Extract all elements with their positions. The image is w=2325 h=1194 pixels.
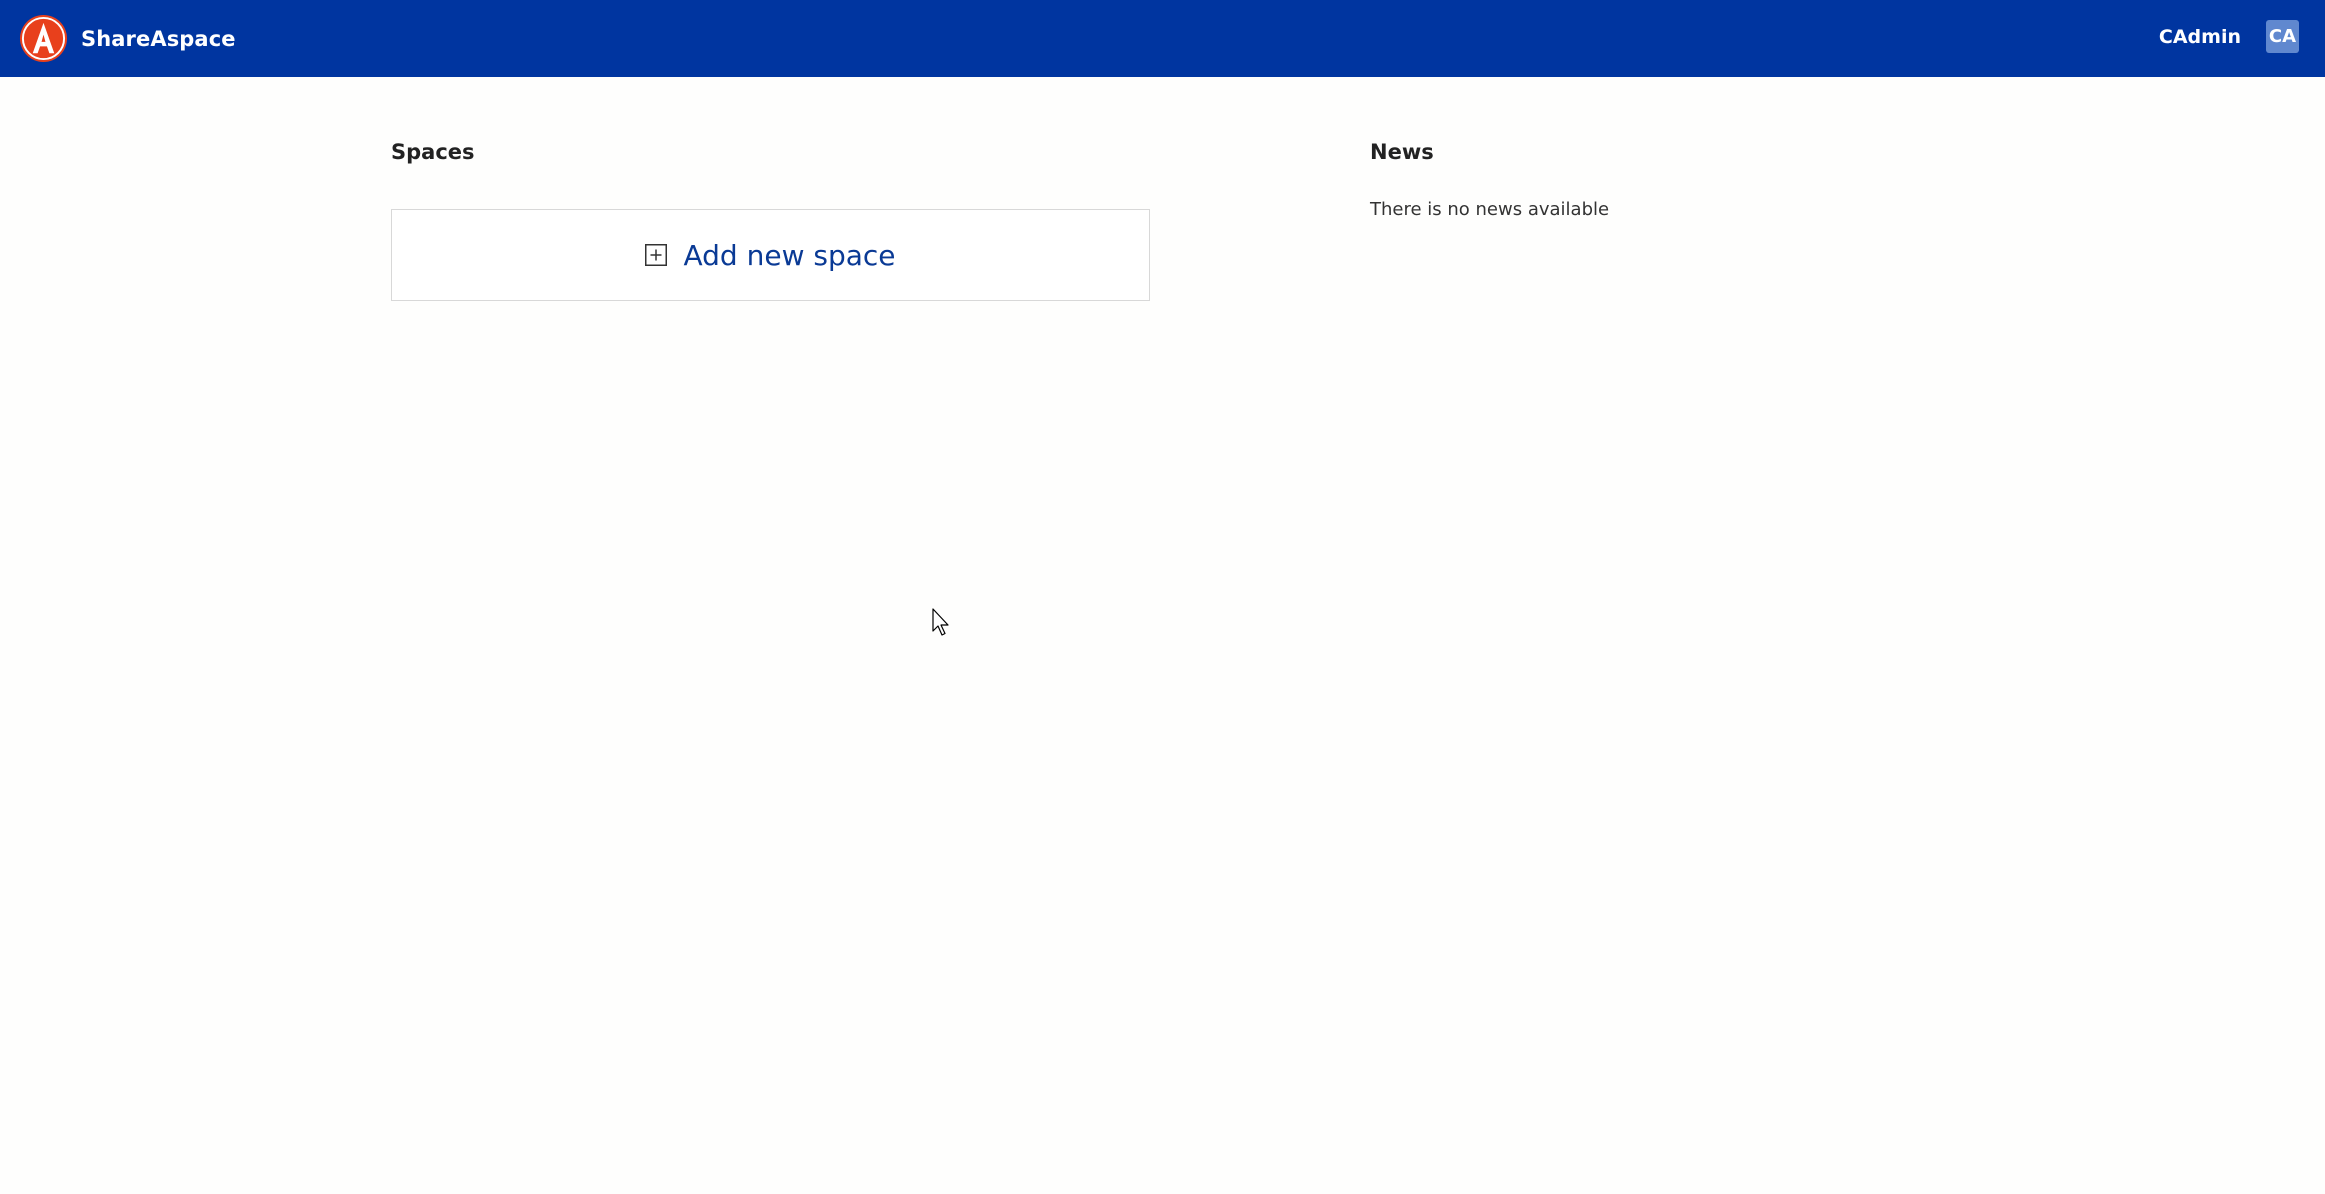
brand-home-link[interactable]: ShareAspace: [19, 14, 236, 63]
user-name-link[interactable]: CAdmin: [2159, 26, 2241, 48]
plus-square-icon: [645, 244, 668, 266]
top-navigation-bar: ShareAspace CAdmin CA: [0, 0, 2325, 77]
mouse-pointer-icon: [932, 608, 949, 636]
news-heading: News: [1370, 140, 1434, 164]
spaces-heading: Spaces: [391, 140, 475, 164]
user-menu: CAdmin CA: [2159, 0, 2299, 77]
add-new-space-label: Add new space: [683, 238, 896, 272]
shareaspace-logo-icon: [19, 14, 68, 63]
user-avatar[interactable]: CA: [2266, 20, 2299, 53]
brand-name: ShareAspace: [81, 26, 236, 51]
news-empty-message: There is no news available: [1370, 199, 1610, 220]
add-new-space-button[interactable]: Add new space: [391, 209, 1150, 301]
